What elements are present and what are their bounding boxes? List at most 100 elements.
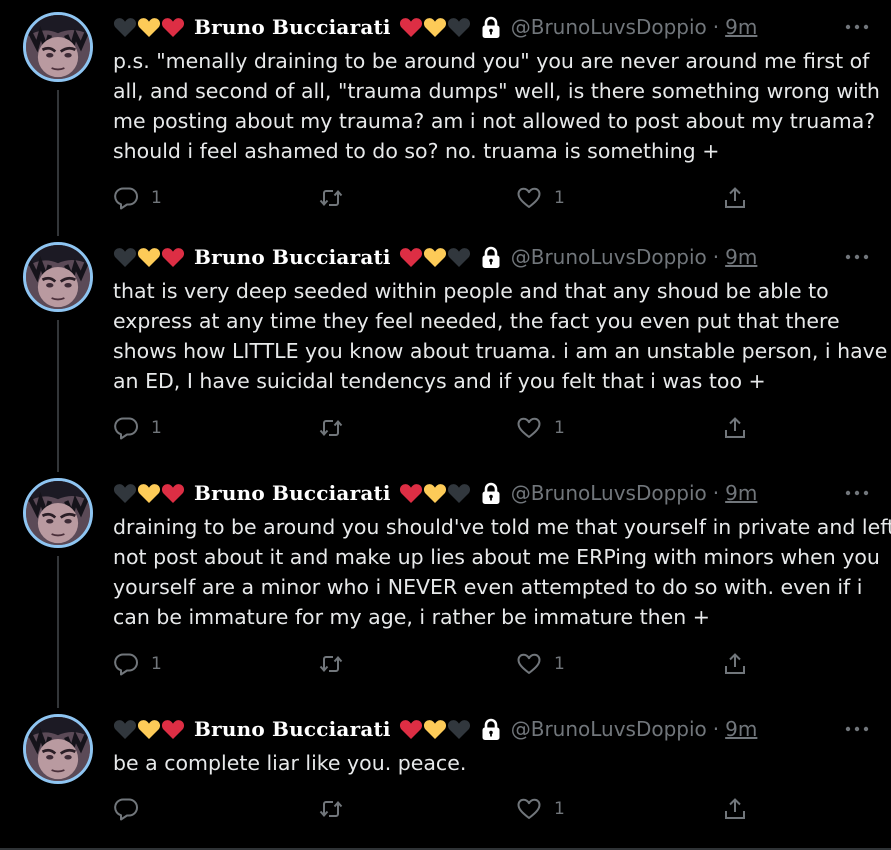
yellow-heart-icon: [137, 482, 161, 504]
timestamp-link[interactable]: 9m: [725, 717, 757, 741]
reply-count: 1: [151, 418, 162, 438]
user-handle[interactable]: @BrunoLuvsDoppio: [511, 245, 707, 269]
black-heart-icon: [113, 718, 137, 740]
like-icon: [516, 796, 542, 822]
display-name[interactable]: Bruno Bucciarati: [194, 245, 391, 269]
more-icon[interactable]: [845, 719, 869, 739]
timestamp-link[interactable]: 9m: [725, 245, 757, 269]
tweet-text-line: express at any time they feel needed, th…: [113, 309, 840, 333]
reply-button[interactable]: 1: [113, 413, 162, 443]
user-handle[interactable]: @BrunoLuvsDoppio: [511, 481, 707, 505]
yellow-heart-icon: [423, 718, 447, 740]
retweet-button[interactable]: [318, 413, 356, 443]
like-button[interactable]: 1: [516, 794, 565, 824]
tweet-text-line: me posting about my trauma? am i not all…: [113, 109, 876, 133]
tweet-text: that is very deep seeded within people a…: [113, 276, 888, 396]
more-icon[interactable]: [845, 17, 869, 37]
timestamp-link[interactable]: 9m: [725, 15, 757, 39]
tweet-header: Bruno Bucciarati @BrunoLuvsDoppio · 9m: [113, 714, 757, 744]
black-heart-icon: [447, 718, 471, 740]
display-name[interactable]: Bruno Bucciarati: [194, 717, 391, 741]
retweet-icon: [318, 796, 344, 822]
timestamp-link[interactable]: 9m: [725, 481, 757, 505]
retweet-button[interactable]: [318, 794, 356, 824]
lock-icon: [479, 717, 503, 741]
more-icon[interactable]: [845, 483, 869, 503]
yellow-heart-icon: [137, 718, 161, 740]
red-heart-icon: [399, 16, 423, 38]
reply-icon: [113, 651, 139, 677]
like-button[interactable]: 1: [516, 183, 565, 213]
tweet-text-line: that is very deep seeded within people a…: [113, 279, 829, 303]
reply-count: 1: [151, 654, 162, 674]
red-heart-icon: [161, 246, 185, 268]
display-name[interactable]: Bruno Bucciarati: [194, 15, 391, 39]
display-name[interactable]: Bruno Bucciarati: [194, 481, 391, 505]
like-count: 1: [554, 799, 565, 819]
share-icon: [722, 651, 748, 677]
avatar-image: [26, 481, 90, 545]
reply-icon: [113, 185, 139, 211]
share-button[interactable]: [722, 794, 748, 824]
lock-icon: [479, 15, 503, 39]
red-heart-icon: [399, 246, 423, 268]
tweet-text-line: yourself are a minor who i NEVER even at…: [113, 575, 863, 599]
share-button[interactable]: [722, 183, 748, 213]
tweet-text: be a complete liar like you. peace.: [113, 748, 873, 778]
separator-dot: ·: [712, 481, 720, 505]
like-button[interactable]: 1: [516, 649, 565, 679]
avatar[interactable]: [23, 714, 93, 784]
avatar[interactable]: [23, 478, 93, 548]
lock-icon: [479, 481, 503, 505]
reply-icon: [113, 796, 139, 822]
tweet-text-line: not post about it and make up lies about…: [113, 545, 880, 569]
retweet-button[interactable]: [318, 649, 356, 679]
retweet-icon: [318, 185, 344, 211]
thread-line: [57, 320, 59, 472]
like-button[interactable]: 1: [516, 413, 565, 443]
share-button[interactable]: [722, 649, 748, 679]
like-icon: [516, 185, 542, 211]
yellow-heart-icon: [423, 16, 447, 38]
separator-dot: ·: [712, 245, 720, 269]
share-icon: [722, 796, 748, 822]
user-handle[interactable]: @BrunoLuvsDoppio: [511, 717, 707, 741]
lock-icon: [479, 245, 503, 269]
like-count: 1: [554, 418, 565, 438]
black-heart-icon: [447, 16, 471, 38]
more-icon[interactable]: [845, 247, 869, 267]
thread-line: [57, 556, 59, 708]
reply-button[interactable]: [113, 794, 151, 824]
tweet-actions: 1 1: [113, 183, 753, 213]
retweet-icon: [318, 415, 344, 441]
user-handle[interactable]: @BrunoLuvsDoppio: [511, 15, 707, 39]
reply-button[interactable]: 1: [113, 649, 162, 679]
retweet-button[interactable]: [318, 183, 356, 213]
reply-count: 1: [151, 188, 162, 208]
separator-dot: ·: [712, 15, 720, 39]
tweet-text: draining to be around you should've told…: [113, 512, 891, 632]
share-icon: [722, 185, 748, 211]
tweet-header: Bruno Bucciarati @BrunoLuvsDoppio · 9m: [113, 242, 757, 272]
retweet-icon: [318, 651, 344, 677]
thread-line: [57, 90, 59, 236]
black-heart-icon: [113, 16, 137, 38]
tweet-text-line: shows how LITTLE you know about truama. …: [113, 339, 888, 363]
like-icon: [516, 415, 542, 441]
reply-button[interactable]: 1: [113, 183, 162, 213]
red-heart-icon: [161, 718, 185, 740]
reply-icon: [113, 415, 139, 441]
black-heart-icon: [113, 246, 137, 268]
avatar-image: [26, 717, 90, 781]
like-count: 1: [554, 188, 565, 208]
share-button[interactable]: [722, 413, 748, 443]
red-heart-icon: [161, 16, 185, 38]
avatar[interactable]: [23, 12, 93, 82]
tweet-header: Bruno Bucciarati @BrunoLuvsDoppio · 9m: [113, 12, 757, 42]
black-heart-icon: [447, 246, 471, 268]
yellow-heart-icon: [423, 482, 447, 504]
yellow-heart-icon: [423, 246, 447, 268]
tweet-actions: 1: [113, 794, 753, 824]
red-heart-icon: [161, 482, 185, 504]
avatar[interactable]: [23, 242, 93, 312]
